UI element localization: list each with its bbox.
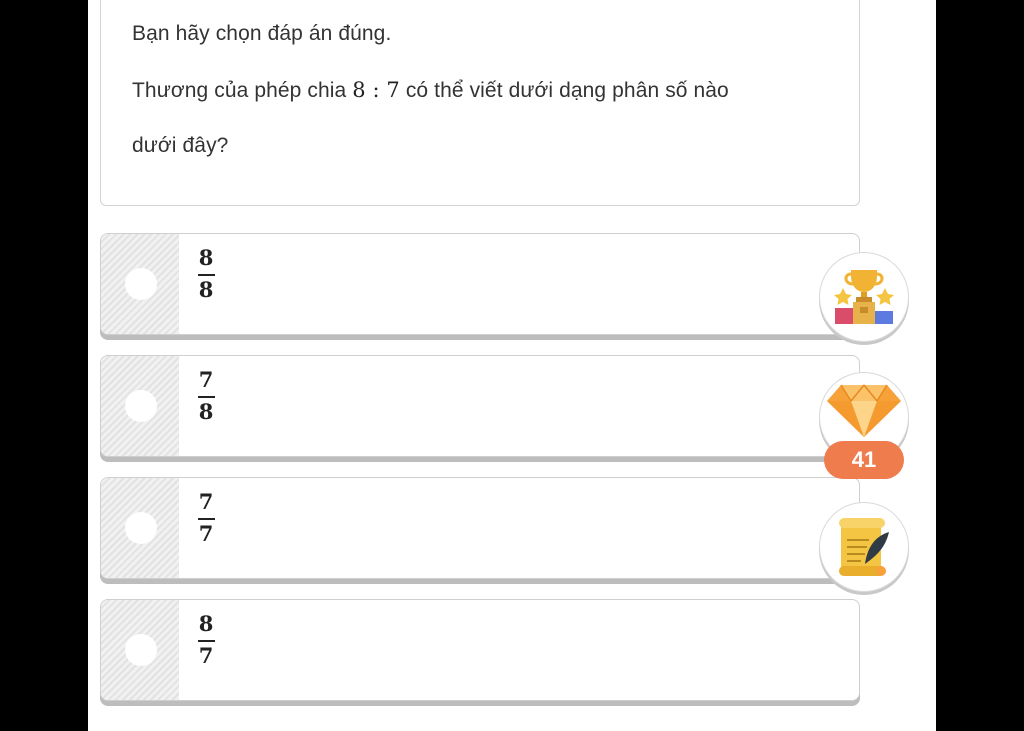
option-handle [101, 478, 179, 578]
option-handle [101, 600, 179, 700]
question-instruction: Bạn hãy chọn đáp án đúng. [132, 22, 392, 45]
numerator: 7 [198, 367, 214, 392]
numerator: 8 [198, 611, 214, 636]
denominator: 8 [198, 399, 214, 424]
radio-button[interactable] [125, 268, 157, 300]
fraction-bar [197, 518, 215, 520]
answer-option-2[interactable]: 7 8 [100, 355, 860, 457]
question-text-end: có thể viết dưới dạng phân số nào [399, 79, 729, 102]
numerator: 8 [198, 245, 214, 270]
numerator: 7 [198, 489, 214, 514]
leaderboard-button[interactable] [819, 252, 909, 342]
diamond-icon [827, 384, 901, 437]
fraction: 7 8 [197, 369, 215, 423]
page: Bạn hãy chọn đáp án đúng. Thương của phé… [88, 0, 936, 731]
trophy-podium-icon [834, 270, 894, 324]
fraction-bar [197, 640, 215, 642]
option-handle [101, 234, 179, 334]
radio-button[interactable] [125, 390, 157, 422]
radio-button[interactable] [125, 512, 157, 544]
question-text-start: Thương của phép chia [132, 79, 353, 102]
fraction-bar [197, 396, 215, 398]
notes-button[interactable] [819, 502, 909, 592]
denominator: 8 [198, 277, 214, 302]
fraction: 8 8 [197, 247, 215, 301]
denominator: 7 [198, 521, 214, 546]
question-text-line2: dưới đây? [132, 134, 229, 157]
radio-button[interactable] [125, 634, 157, 666]
answer-option-3[interactable]: 7 7 [100, 477, 860, 579]
scroll-quill-icon [839, 518, 889, 576]
gems-count-badge: 41 [824, 441, 904, 479]
fraction: 7 7 [197, 491, 215, 545]
division-expression: 8 : 7 [352, 78, 400, 102]
denominator: 7 [198, 643, 214, 668]
question-text-line1: Thương của phép chia 8 : 7 có thể viết d… [132, 78, 729, 103]
fraction: 8 7 [197, 613, 215, 667]
fraction-bar [197, 274, 215, 276]
answer-option-1[interactable]: 8 8 [100, 233, 860, 335]
answer-option-4[interactable]: 8 7 [100, 599, 860, 701]
option-handle [101, 356, 179, 456]
question-card: Bạn hãy chọn đáp án đúng. Thương của phé… [100, 0, 860, 206]
